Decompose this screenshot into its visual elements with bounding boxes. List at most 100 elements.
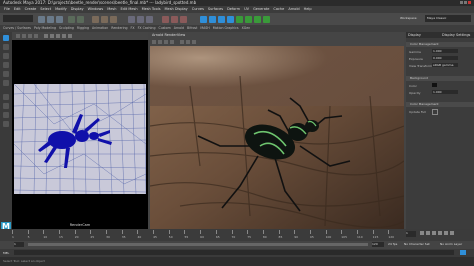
window-controls[interactable] [460, 1, 472, 5]
arnold-area-light-icon[interactable] [227, 16, 234, 23]
scale-tool-icon[interactable] [3, 80, 9, 86]
go-to-start-icon[interactable] [420, 231, 424, 235]
move-tool-icon[interactable] [3, 62, 9, 68]
go-to-end-icon[interactable] [450, 231, 454, 235]
channel-icon[interactable] [180, 40, 184, 44]
menu-item-edit[interactable]: Edit [14, 6, 21, 13]
arnold-shader-icon[interactable] [263, 16, 270, 23]
char-set-label[interactable]: No Character Set [404, 242, 430, 246]
select-tool-icon[interactable] [3, 35, 9, 41]
arnold-curve-icon[interactable] [254, 16, 261, 23]
menu-item-deform[interactable]: Deform [227, 6, 240, 13]
section-color-management[interactable]: Color Management [406, 42, 474, 47]
arnold-light-icon[interactable] [209, 16, 216, 23]
minimize-icon[interactable] [460, 1, 463, 4]
shelf-tab-curves-surfaces[interactable]: Curves / Surfaces [3, 25, 31, 32]
panel-tab-display[interactable]: Display [408, 32, 421, 38]
shelf-tab-fx-caching[interactable]: FX Caching [138, 25, 156, 32]
shelf-tab-bifrost[interactable]: Bifrost [187, 25, 197, 32]
viewport-panel[interactable]: RenderCam [12, 32, 148, 229]
range-end-field[interactable]: 120 [372, 242, 384, 247]
snap-point-icon[interactable] [146, 16, 153, 23]
shelf-tab-animation[interactable]: Animation [92, 25, 108, 32]
open-scene-icon[interactable] [47, 16, 54, 23]
gamma-field[interactable]: 1.000 [432, 49, 458, 53]
shelf-tab-fx[interactable]: FX [131, 25, 135, 32]
rotate-tool-icon[interactable] [3, 71, 9, 77]
background-color-swatch[interactable] [432, 83, 437, 87]
zoom-icon[interactable] [186, 40, 190, 44]
menu-item-mesh-display[interactable]: Mesh Display [165, 6, 188, 13]
render-view-panel[interactable]: Arnold RenderView [150, 32, 404, 229]
command-input[interactable] [14, 250, 454, 255]
range-slider-bar[interactable] [28, 243, 368, 246]
wireframe-toggle-icon[interactable] [68, 34, 72, 38]
shelf-tab-poly-modeling[interactable]: Poly Modeling [34, 25, 56, 32]
workspace-dropdown[interactable]: Maya Classic [425, 15, 471, 22]
mode-selector[interactable] [3, 15, 33, 22]
arnold-render-icon[interactable] [200, 16, 207, 23]
step-back-icon[interactable] [426, 231, 430, 235]
menu-item-surfaces[interactable]: Surfaces [208, 6, 223, 13]
menu-item-mesh[interactable]: Mesh [107, 6, 116, 13]
menu-item-generate[interactable]: Generate [253, 6, 269, 13]
ipr-render-icon[interactable] [171, 16, 178, 23]
opacity-field[interactable]: 1.000 [432, 90, 458, 94]
menu-item-mesh-tools[interactable]: Mesh Tools [142, 6, 161, 13]
ipr-icon[interactable] [158, 40, 162, 44]
shelf-tab-motion-graphics[interactable]: Motion Graphics [213, 25, 239, 32]
save-scene-icon[interactable] [56, 16, 63, 23]
close-icon[interactable] [468, 1, 471, 4]
color-picker-icon[interactable] [192, 40, 196, 44]
step-forward-icon[interactable] [444, 231, 448, 235]
arnold-skydome-icon[interactable] [218, 16, 225, 23]
range-start-field[interactable]: 1 [14, 242, 24, 247]
menu-item-arnold[interactable]: Arnold [288, 6, 299, 13]
shelf-tab-custom[interactable]: Custom [158, 25, 170, 32]
layout-two-icon[interactable] [3, 112, 9, 118]
new-scene-icon[interactable] [38, 16, 45, 23]
play-forward-icon[interactable] [438, 231, 442, 235]
shelf-tab-arnold[interactable]: Arnold [174, 25, 184, 32]
paint-select-icon[interactable] [3, 53, 9, 59]
shading-icon[interactable] [22, 34, 26, 38]
redo-icon[interactable] [77, 16, 84, 23]
arnold-volume-icon[interactable] [245, 16, 252, 23]
menu-item-uv[interactable]: UV [244, 6, 249, 13]
menu-item-modify[interactable]: Modify [55, 6, 67, 13]
panel-tab-display-settings[interactable]: Display Settings [442, 32, 470, 38]
snapshot-icon[interactable] [164, 40, 168, 44]
menu-item-help[interactable]: Help [304, 6, 312, 13]
update-full-checkbox[interactable] [432, 109, 438, 115]
crop-icon[interactable] [170, 40, 174, 44]
view-transform-dropdown[interactable]: sRGB gamma [432, 63, 458, 67]
menu-item-create[interactable]: Create [25, 6, 37, 13]
fps-label[interactable]: 24 fps [388, 242, 397, 246]
menu-item-cache[interactable]: Cache [273, 6, 284, 13]
script-editor-icon[interactable] [460, 250, 466, 255]
layout-single-icon[interactable] [3, 94, 9, 100]
shelf-tab-xgen[interactable]: XGen [242, 25, 251, 32]
exposure-field[interactable]: 0.000 [432, 56, 458, 60]
camera-attrs-icon[interactable] [44, 34, 48, 38]
view-menu-icon[interactable] [16, 34, 20, 38]
select-object-icon[interactable] [101, 16, 108, 23]
render-settings-icon[interactable] [180, 16, 187, 23]
shelf-tab-rendering[interactable]: Rendering [111, 25, 127, 32]
snap-curve-icon[interactable] [137, 16, 144, 23]
select-component-icon[interactable] [110, 16, 117, 23]
section-color-management-2[interactable]: Color Management [406, 102, 474, 107]
menu-item-file[interactable]: File [4, 6, 10, 13]
menu-item-curves[interactable]: Curves [192, 6, 204, 13]
arnold-standin-icon[interactable] [236, 16, 243, 23]
play-back-icon[interactable] [432, 231, 436, 235]
image-plane-icon[interactable] [56, 34, 60, 38]
snap-grid-icon[interactable] [128, 16, 135, 23]
maximize-icon[interactable] [464, 1, 467, 4]
select-hierarchy-icon[interactable] [92, 16, 99, 23]
layout-outliner-icon[interactable] [3, 121, 9, 127]
grid-toggle-icon[interactable] [62, 34, 66, 38]
menu-item-select[interactable]: Select [40, 6, 51, 13]
bookmark-icon[interactable] [50, 34, 54, 38]
menu-item-edit-mesh[interactable]: Edit Mesh [120, 6, 137, 13]
